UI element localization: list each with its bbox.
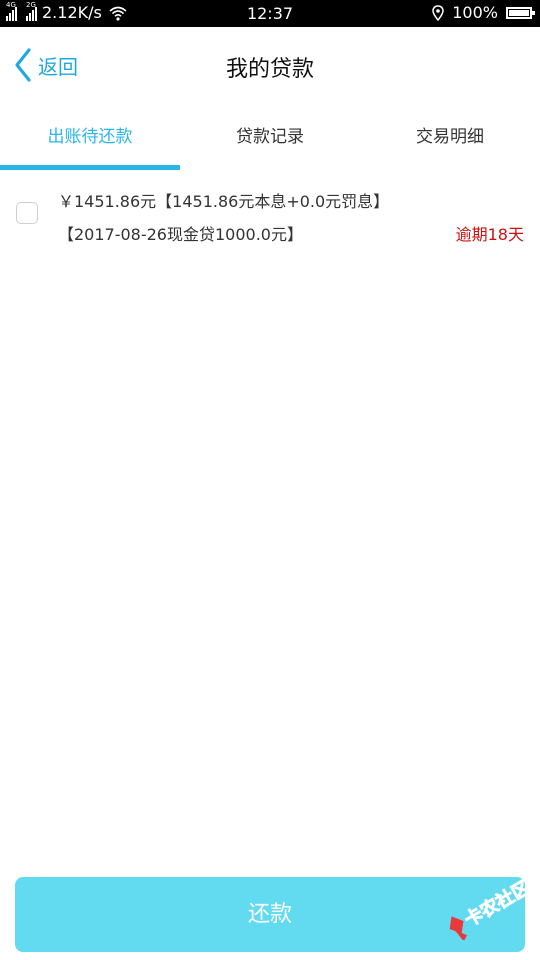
list-item[interactable]: ￥1451.86元【1451.86元本息+0.0元罚息】 【2017-08-26… [0, 180, 540, 260]
overdue-badge: 逾期18天 [455, 225, 524, 244]
status-bar: 4G 2G 2.12K/s 12:37 100% [0, 0, 540, 27]
back-label: 返回 [38, 54, 78, 79]
location-icon [432, 5, 445, 21]
status-right: 100% [432, 3, 535, 23]
back-button[interactable]: 返回 [12, 47, 78, 83]
watermark-logo: 卡农社区 [449, 876, 534, 940]
battery-percent: 100% [452, 3, 498, 22]
loan-detail: 【2017-08-26现金贷1000.0元】 [58, 225, 303, 244]
chevron-left-icon [15, 48, 31, 82]
tab-loan-records[interactable]: 贷款记录 [180, 105, 360, 171]
tab-active-indicator [0, 165, 180, 170]
battery-icon [506, 7, 535, 19]
tab-transaction-details[interactable]: 交易明细 [360, 105, 540, 171]
nav-bar: 返回 我的贷款 [0, 27, 540, 105]
page-title: 我的贷款 [225, 57, 314, 82]
loan-checkbox[interactable] [16, 202, 38, 224]
watermark-text: 卡农社区 [461, 876, 534, 931]
loan-amount: ￥1451.86元【1451.86元本息+0.0元罚息】 [58, 192, 390, 211]
tab-bar: 出账待还款 贷款记录 交易明细 [0, 105, 540, 171]
tab-pending-repayment[interactable]: 出账待还款 [0, 105, 180, 171]
